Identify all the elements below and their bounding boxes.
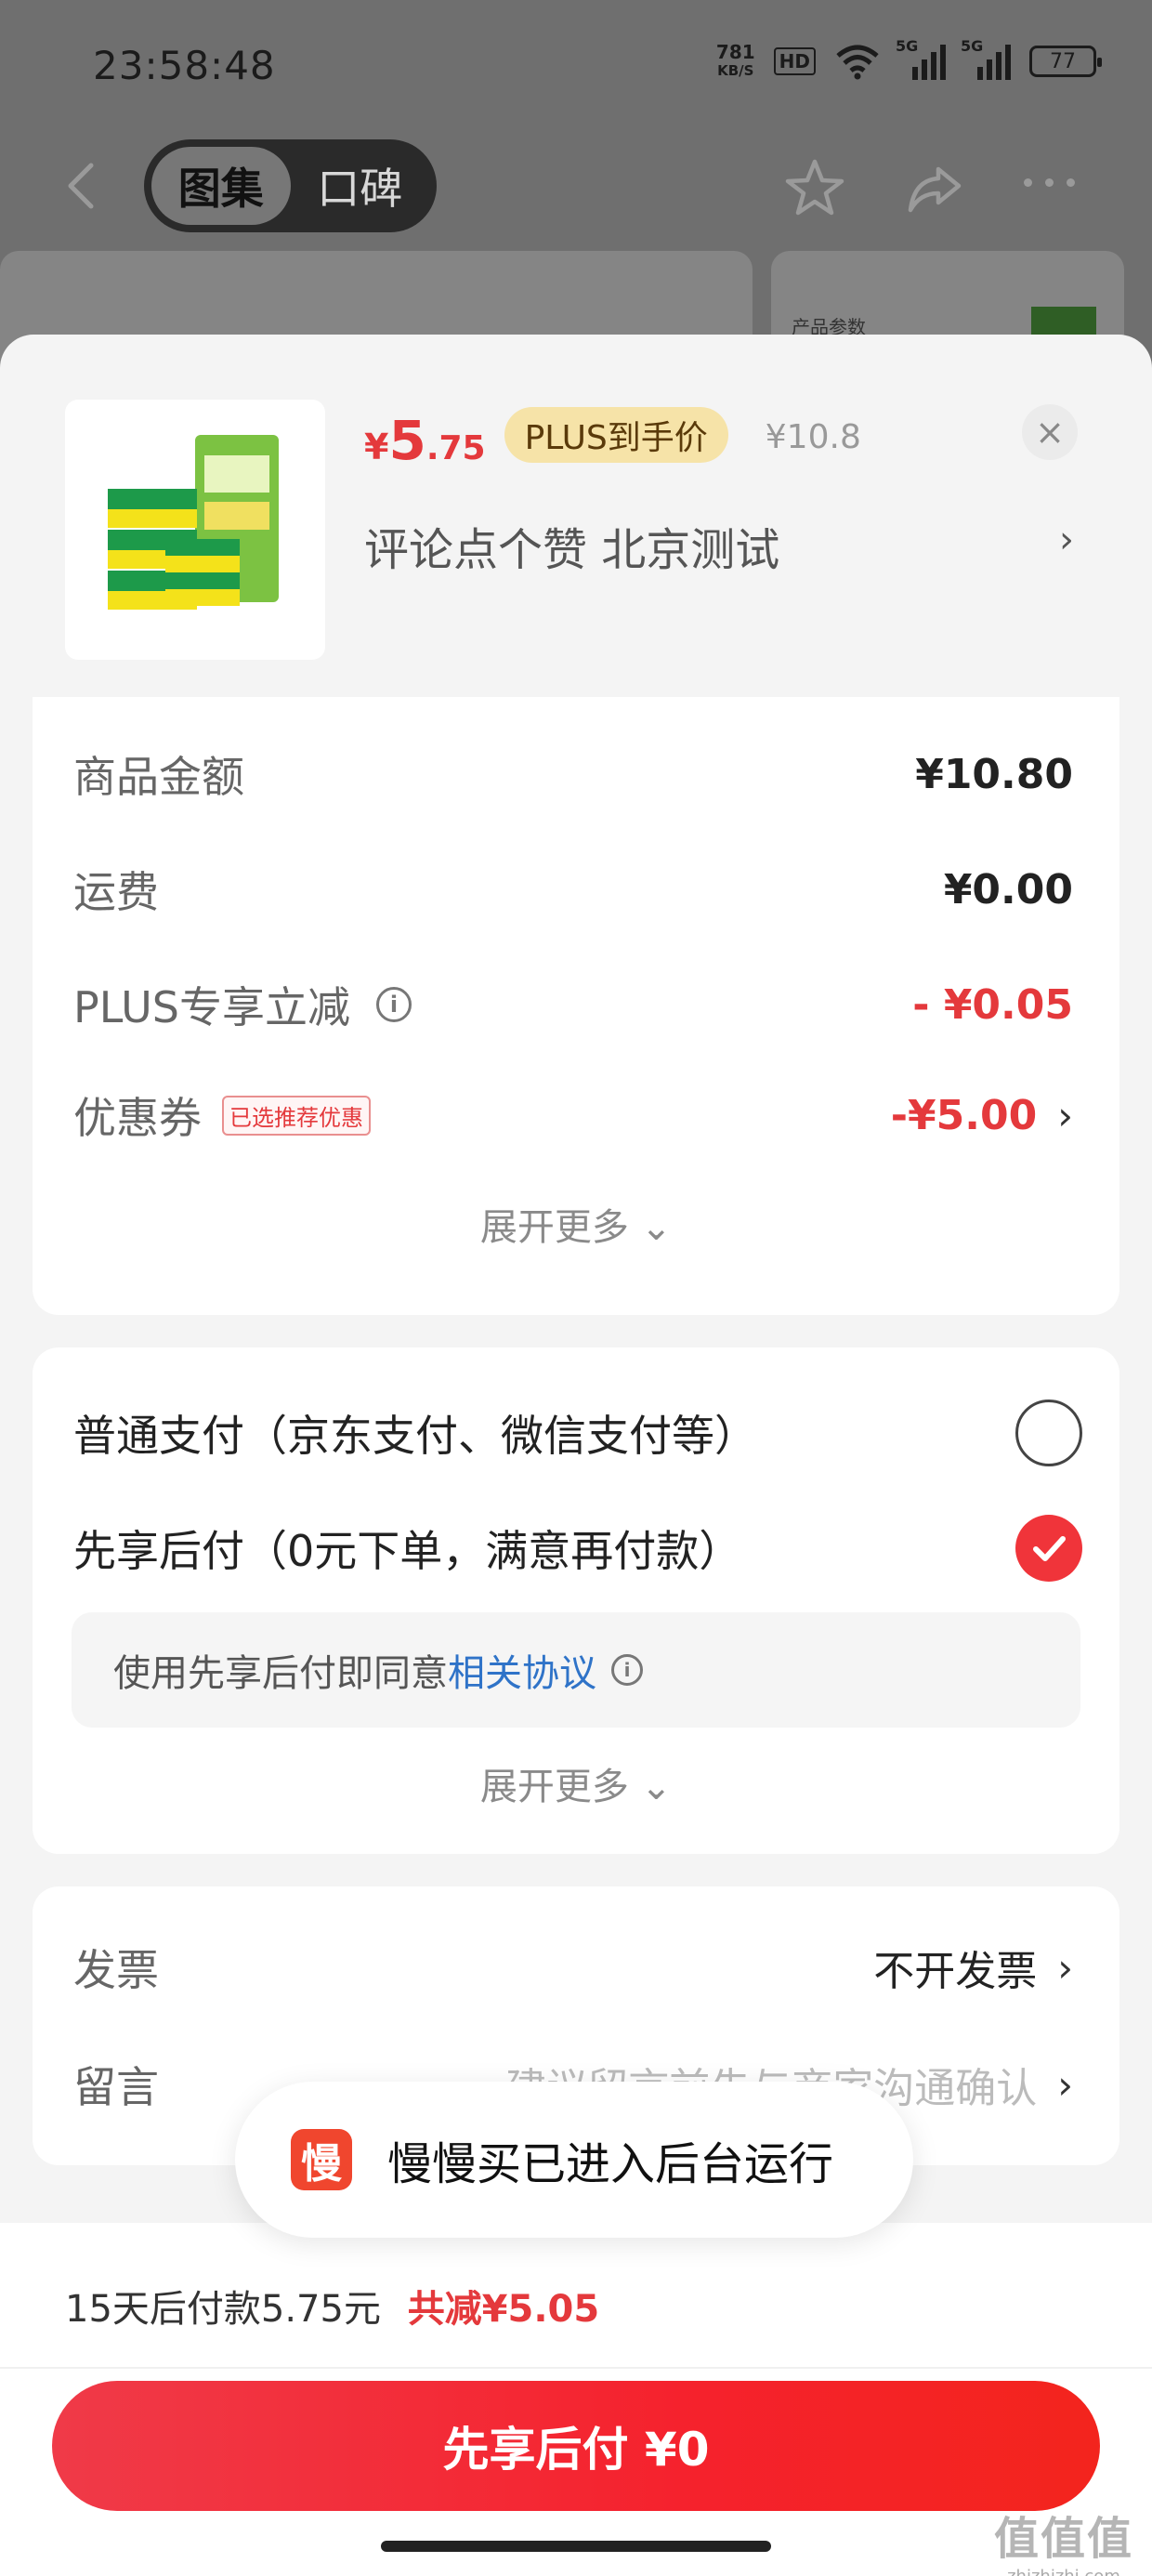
chevron-right-icon[interactable]: › xyxy=(1057,2062,1073,2108)
summary-row-plus-discount: PLUS专享立减 i - ¥0.05 xyxy=(73,980,1073,1033)
amount-summary-card: 商品金额 ¥10.80 运费 ¥0.00 PLUS专享立减 i - ¥0.05 … xyxy=(33,697,1119,1315)
net-speed: 781 KB/S xyxy=(715,41,755,79)
product-spec[interactable]: 评论点个赞 北京测试 xyxy=(364,513,779,578)
status-bar: 23:58:48 781 KB/S HD 5G 5G 77 xyxy=(0,0,1152,139)
view-switcher: 图集 口碑 xyxy=(144,139,437,232)
expand-more-amounts[interactable]: 展开更多 ⌄ xyxy=(33,1197,1119,1251)
home-indicator[interactable] xyxy=(381,2541,771,2552)
product-thumbnail xyxy=(65,400,325,660)
tab-gallery[interactable]: 图集 xyxy=(151,147,291,225)
summary-row-shipping: 运费 ¥0.00 xyxy=(73,865,1073,918)
invoice-row[interactable]: 发票 不开发票 › xyxy=(73,1935,1073,2000)
agreement-notice: 使用先享后付即同意 相关协议 i xyxy=(72,1612,1080,1728)
product-header: ¥ 5 .75 PLUS到手价 ¥10.8 × 评论点个赞 北京测试 › xyxy=(0,335,1152,706)
radio-unchecked[interactable] xyxy=(1015,1400,1082,1466)
sponge-product-image xyxy=(108,435,279,610)
payment-summary: 15天后付款5.75元 共减¥5.05 xyxy=(65,2288,600,2331)
expand-more-payment[interactable]: 展开更多 ⌄ xyxy=(33,1756,1119,1810)
coupon-tag: 已选推荐优惠 xyxy=(222,1095,371,1136)
payment-option-normal[interactable]: 普通支付（京东支付、微信支付等） xyxy=(73,1396,1082,1470)
chevron-down-icon: ⌄ xyxy=(640,1766,673,1808)
share-icon[interactable] xyxy=(903,156,968,221)
chevron-right-icon[interactable]: › xyxy=(1057,1945,1073,1991)
status-icons: 781 KB/S HD 5G 5G 77 xyxy=(715,37,1102,80)
summary-row-coupon[interactable]: 优惠券 已选推荐优惠 -¥5.00 › xyxy=(73,1083,1073,1148)
chevron-down-icon: ⌄ xyxy=(640,1206,673,1249)
chevron-right-icon[interactable]: › xyxy=(1059,519,1074,561)
price-row: ¥ 5 .75 PLUS到手价 ¥10.8 xyxy=(364,407,861,472)
agreement-link[interactable]: 相关协议 xyxy=(448,1643,596,1697)
total-discount: 共减¥5.05 xyxy=(407,2288,600,2331)
signal-icon-sim2: 5G xyxy=(961,37,1011,80)
favorite-star-icon[interactable] xyxy=(782,156,847,221)
wifi-icon xyxy=(836,45,879,80)
toast-message: 慢慢买已进入后台运行 xyxy=(387,2138,834,2190)
back-icon[interactable] xyxy=(56,158,111,214)
info-icon[interactable]: i xyxy=(375,987,412,1022)
radio-checked-icon[interactable] xyxy=(1015,1515,1082,1582)
more-icon[interactable] xyxy=(1024,178,1075,187)
signal-icon-sim1: 5G xyxy=(896,37,946,80)
app-logo-icon: 慢 xyxy=(291,2129,352,2190)
chevron-right-icon[interactable]: › xyxy=(1057,1093,1073,1138)
price-decimal: .75 xyxy=(425,429,486,467)
pay-later-submit-button[interactable]: 先享后付 ¥0 xyxy=(52,2381,1100,2511)
original-price: ¥10.8 xyxy=(765,417,861,456)
status-time: 23:58:48 xyxy=(93,43,276,88)
battery-icon: 77 xyxy=(1029,46,1102,77)
payment-option-pay-later[interactable]: 先享后付（0元下单，满意再付款） xyxy=(73,1511,1082,1585)
plus-price-tag: PLUS到手价 xyxy=(504,407,728,463)
checkout-footer: 15天后付款5.75元 共减¥5.05 先享后付 ¥0 值值值 zhizhizh… xyxy=(0,2223,1152,2576)
close-button[interactable]: × xyxy=(1022,404,1078,460)
top-nav: 图集 口碑 xyxy=(0,139,1152,232)
watermark: 值值值 zhizhizhi.com xyxy=(993,2513,1133,2576)
divider xyxy=(0,2367,1152,2369)
info-icon[interactable]: i xyxy=(611,1654,643,1686)
price-integer: 5 xyxy=(388,409,426,472)
background-run-toast: 慢 慢慢买已进入后台运行 xyxy=(235,2082,913,2238)
hd-icon: HD xyxy=(773,47,816,75)
background-page: 23:58:48 781 KB/S HD 5G 5G 77 图集 口碑 产品参数 xyxy=(0,0,1152,390)
payment-method-card: 普通支付（京东支付、微信支付等） 先享后付（0元下单，满意再付款） 使用先享后付… xyxy=(33,1347,1119,1854)
summary-row-goods: 商品金额 ¥10.80 xyxy=(73,750,1073,803)
tab-reviews[interactable]: 口碑 xyxy=(291,147,430,225)
